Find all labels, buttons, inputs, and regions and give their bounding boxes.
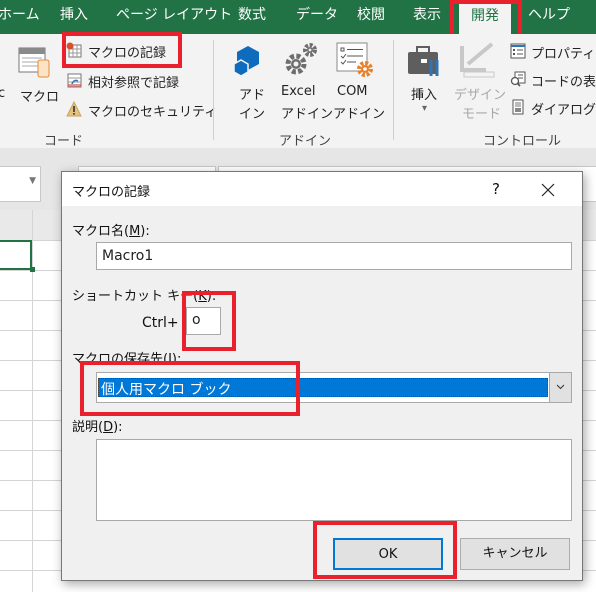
tab-help[interactable]: ヘルプ bbox=[528, 0, 570, 34]
tab-formulas[interactable]: 数式 bbox=[238, 0, 266, 34]
insert-control-button[interactable]: 挿入 bbox=[411, 84, 437, 103]
com-add-ins-label-line1[interactable]: COM bbox=[337, 84, 368, 99]
label-text: ): bbox=[140, 224, 150, 239]
group-label-controls: コントロール bbox=[483, 134, 562, 149]
ctrl-label: Ctrl+ bbox=[142, 315, 179, 331]
add-ins-label-line1[interactable]: アド bbox=[239, 84, 265, 103]
group-divider bbox=[213, 40, 214, 140]
tab-page-layout[interactable]: ページ レイアウト bbox=[116, 0, 232, 34]
add-ins-icon bbox=[232, 44, 264, 77]
macros-button[interactable]: マクロ bbox=[20, 86, 59, 105]
warning-icon bbox=[66, 100, 82, 117]
macro-name-label: マクロ名(M): bbox=[72, 220, 150, 239]
tab-data[interactable]: データ bbox=[296, 0, 338, 34]
use-relative-references-button[interactable]: 相対参照で記録 bbox=[88, 72, 179, 91]
macro-name-input[interactable]: Macro1 bbox=[96, 242, 572, 270]
excel-add-ins-label-line1[interactable]: Excel bbox=[281, 84, 315, 99]
toolbox-icon bbox=[407, 46, 443, 78]
design-mode-label-line1: デザイン bbox=[454, 88, 507, 103]
label-text: 説明( bbox=[72, 420, 104, 435]
design-mode-label-line2: モード bbox=[462, 107, 502, 122]
label-text: マクロ名( bbox=[72, 224, 130, 239]
name-box-dropdown-icon[interactable]: ▼ bbox=[29, 176, 36, 186]
dropdown-button[interactable] bbox=[549, 373, 571, 402]
description-label: 説明(D): bbox=[72, 416, 123, 435]
com-add-ins-label-line2[interactable]: アドイン bbox=[333, 103, 385, 122]
chevron-down-icon[interactable]: ▾ bbox=[422, 103, 427, 114]
excel-add-ins-gear-icon bbox=[284, 42, 318, 76]
properties-icon bbox=[510, 43, 526, 59]
tab-view[interactable]: 表示 bbox=[413, 0, 441, 34]
run-dialog-icon bbox=[510, 99, 526, 115]
relative-reference-icon bbox=[66, 72, 82, 88]
access-key: D bbox=[103, 420, 114, 435]
highlight-shortcut-key bbox=[182, 291, 236, 351]
tab-review[interactable]: 校閲 bbox=[357, 0, 385, 34]
label-text: ): bbox=[113, 420, 123, 435]
run-dialog-button[interactable]: ダイアログの実行 bbox=[531, 99, 596, 118]
group-label-code: コード bbox=[44, 134, 84, 149]
tab-home[interactable]: ホーム bbox=[0, 0, 40, 34]
macros-icon bbox=[18, 46, 52, 80]
highlight-store-macro-in bbox=[80, 361, 300, 416]
group-label-add-ins: アドイン bbox=[279, 134, 332, 149]
name-box[interactable]: ▼ bbox=[0, 166, 41, 202]
com-add-ins-icon bbox=[336, 42, 374, 78]
view-code-icon bbox=[510, 71, 526, 87]
add-ins-label-line2[interactable]: イン bbox=[239, 103, 265, 122]
access-key: M bbox=[129, 224, 141, 239]
cancel-button[interactable]: キャンセル bbox=[460, 538, 570, 570]
help-button[interactable]: ? bbox=[492, 180, 500, 198]
excel-add-ins-label-line2[interactable]: アドイン bbox=[281, 103, 333, 122]
description-textarea[interactable] bbox=[96, 439, 572, 521]
macro-name-value: Macro1 bbox=[102, 248, 154, 264]
dialog-title-bar: マクロの記録 ? bbox=[62, 172, 582, 206]
design-mode-icon bbox=[458, 42, 498, 78]
tab-insert[interactable]: 挿入 bbox=[60, 0, 88, 34]
close-icon[interactable] bbox=[540, 182, 556, 198]
group-divider bbox=[393, 40, 394, 140]
partial-vba-label: c bbox=[0, 86, 6, 101]
highlight-ok-button bbox=[313, 521, 457, 579]
label-text: ショートカット キー( bbox=[72, 289, 199, 304]
active-cell[interactable] bbox=[0, 240, 32, 270]
highlight-record-macro bbox=[62, 32, 182, 68]
macro-security-button[interactable]: マクロのセキュリティ bbox=[88, 101, 217, 120]
fill-handle[interactable] bbox=[30, 267, 35, 272]
properties-button[interactable]: プロパティ bbox=[531, 43, 595, 62]
dialog-title: マクロの記録 bbox=[72, 185, 151, 200]
view-code-button[interactable]: コードの表示 bbox=[531, 71, 596, 90]
chevron-down-icon bbox=[556, 384, 565, 390]
